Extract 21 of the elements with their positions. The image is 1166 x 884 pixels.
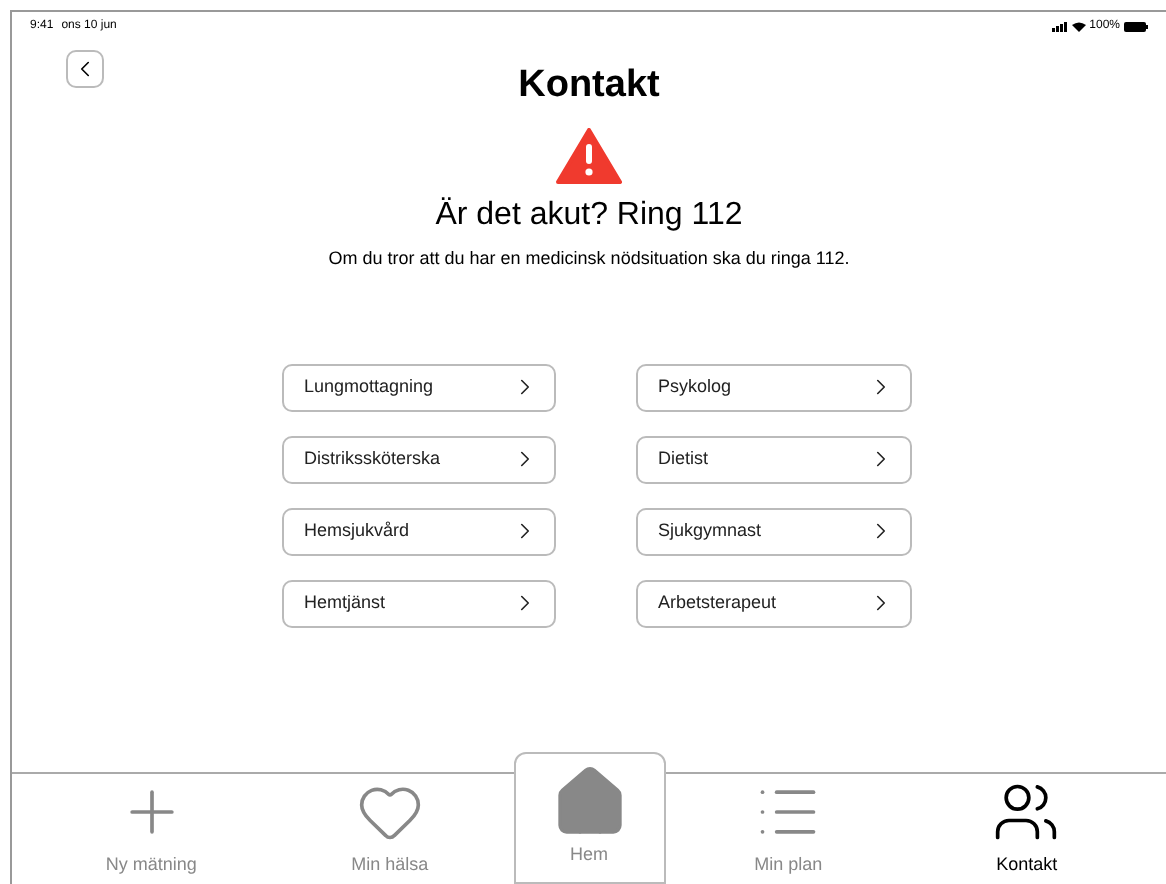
contact-button[interactable]: Hemtjänst (282, 579, 556, 627)
signal-icon (1051, 21, 1068, 31)
contact-button[interactable]: Lungmottagning (282, 363, 556, 411)
tab[interactable]: Min plan (669, 774, 908, 884)
contact-button[interactable]: Psykolog (636, 363, 912, 411)
back-button[interactable] (66, 50, 104, 88)
contact-button[interactable]: Hemsjukvård (282, 507, 556, 555)
wifi-icon (1071, 21, 1086, 31)
battery-icon (1124, 21, 1148, 31)
tab[interactable]: Hem (513, 752, 665, 884)
tab[interactable]: Ny mätning (32, 774, 271, 884)
alert-text: Om du tror att du har en medicinsk nödsituation ska du ringa 112. (328, 246, 850, 272)
contact-button[interactable]: Sjukgymnast (636, 507, 912, 555)
alert-heading: Är det akut? Ring 112 (435, 195, 743, 236)
contact-button[interactable]: Distrikssköterska (282, 435, 556, 483)
tab[interactable]: Kontakt (907, 774, 1146, 884)
contact-button[interactable]: Dietist (636, 435, 912, 483)
contact-button[interactable]: Arbetsterapeut (636, 579, 912, 627)
tab[interactable]: Min hälsa (270, 774, 509, 884)
page-title: Kontakt (518, 61, 660, 110)
warning-icon (556, 128, 622, 184)
